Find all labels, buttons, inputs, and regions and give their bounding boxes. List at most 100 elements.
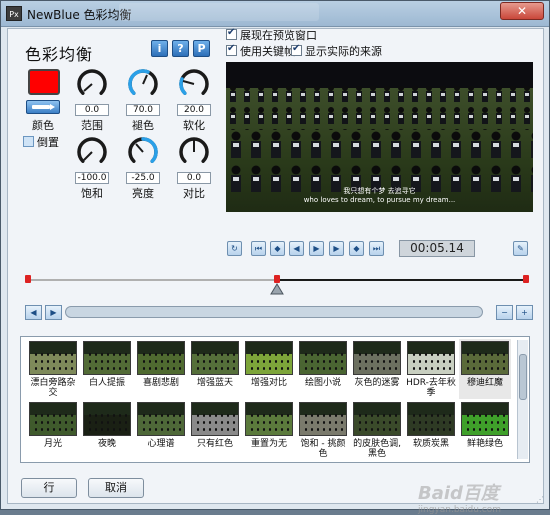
- preset-tile[interactable]: 灰色的迷雾: [351, 339, 403, 399]
- title-bar-ghost: [119, 3, 319, 21]
- preset-tile[interactable]: 增强蓝天: [189, 339, 241, 399]
- range-value[interactable]: 0.0: [75, 104, 109, 116]
- plus-icon: +: [521, 308, 528, 317]
- preset-tile[interactable]: 绘图小说: [297, 339, 349, 399]
- brightness-knob[interactable]: [126, 135, 160, 169]
- step-back-button[interactable]: ◀: [289, 241, 304, 256]
- preset-tile[interactable]: 增强对比: [243, 339, 295, 399]
- preview-subtitle-cn: 我只想有个梦 去追寻它: [343, 187, 416, 195]
- help-button[interactable]: ?: [172, 40, 189, 57]
- preset-label: 软质炭黑: [412, 439, 449, 449]
- soften-knob[interactable]: [177, 67, 211, 101]
- preset-grid: 漂白旁路杂交 白人提振 喜剧悲剧 增强蓝天 增强对比 绘图小说 灰色的迷雾 HD…: [20, 336, 530, 463]
- fade-label: 褪色: [132, 119, 154, 132]
- invert-label: 倒置: [37, 136, 59, 149]
- use-keyframes-label: 使用关键帧: [240, 45, 295, 58]
- preset-tile[interactable]: 饱和 - 挑颜色: [297, 400, 349, 460]
- watermark-main: Baid百度: [418, 483, 499, 504]
- preset-thumbnail: [353, 402, 401, 436]
- arrow-right-icon: ▶: [50, 308, 57, 317]
- preset-thumbnail: [191, 402, 239, 436]
- close-button[interactable]: ✕: [500, 2, 544, 20]
- zoom-out-button[interactable]: −: [496, 305, 513, 320]
- timeline-scrollbar[interactable]: [65, 306, 483, 318]
- preset-thumbnail: [245, 341, 293, 375]
- ok-button[interactable]: 行: [21, 478, 77, 498]
- preset-tile[interactable]: 月光: [27, 400, 79, 460]
- preset-scrollbar[interactable]: [517, 340, 528, 459]
- preset-tile[interactable]: 重置为无: [243, 400, 295, 460]
- color-picker-button[interactable]: [26, 100, 60, 114]
- zoom-in-button[interactable]: +: [516, 305, 533, 320]
- preset-tile[interactable]: 鲜艳绿色: [459, 400, 511, 460]
- keyframe-marker[interactable]: [274, 275, 280, 283]
- preset-tile[interactable]: 只有红色: [189, 400, 241, 460]
- cancel-button[interactable]: 取消: [88, 478, 144, 498]
- timeline-start-marker[interactable]: [25, 275, 31, 283]
- scrollbar-thumb[interactable]: [519, 354, 527, 400]
- preset-tile[interactable]: 白人提振: [81, 339, 133, 399]
- timeline-active: [276, 279, 527, 281]
- go-end-button[interactable]: ⏭: [369, 241, 384, 256]
- preset-thumbnail: [29, 341, 77, 375]
- resize-grip-icon[interactable]: ⋰: [536, 495, 544, 504]
- invert-checkbox[interactable]: [23, 136, 34, 147]
- soften-label: 软化: [183, 119, 205, 132]
- contrast-value[interactable]: 0.0: [177, 172, 211, 184]
- prev-keyframe-button[interactable]: ◆: [270, 241, 285, 256]
- play-button[interactable]: ▶: [309, 241, 324, 256]
- preset-label: HDR-去年秋季: [406, 378, 456, 398]
- preset-thumbnail: [29, 402, 77, 436]
- color-swatch[interactable]: [28, 69, 60, 95]
- soften-value[interactable]: 20.0: [177, 104, 211, 116]
- step-forward-icon: ▶: [333, 244, 340, 253]
- use-keyframes-checkbox[interactable]: [226, 43, 237, 56]
- preset-tile[interactable]: 心理谱: [135, 400, 187, 460]
- preset-tile[interactable]: HDR-去年秋季: [405, 339, 457, 399]
- step-forward-button[interactable]: ▶: [329, 241, 344, 256]
- preset-tile[interactable]: 漂白旁路杂交: [27, 339, 79, 399]
- preset-tile[interactable]: 的皮肤色调, 黑色: [351, 400, 403, 460]
- preset-thumbnail: [461, 402, 509, 436]
- preset-tile[interactable]: 软质炭黑: [405, 400, 457, 460]
- info-button[interactable]: i: [151, 40, 168, 57]
- preset-button[interactable]: P: [193, 40, 210, 57]
- playhead-icon[interactable]: [270, 283, 284, 295]
- timeline-inactive: [28, 279, 276, 281]
- preset-thumbnail: [299, 341, 347, 375]
- scroll-right-button[interactable]: ▶: [45, 305, 62, 320]
- preset-label: 夜晚: [97, 439, 116, 449]
- contrast-knob[interactable]: [177, 135, 211, 169]
- preset-label: 绘图小说: [304, 378, 341, 388]
- range-knob[interactable]: [75, 67, 109, 101]
- loop-button[interactable]: ↻: [227, 241, 242, 256]
- arrow-left-icon: ◀: [30, 308, 37, 317]
- preview-subtitle-en: who loves to dream, to pursue my dream..…: [303, 196, 456, 204]
- preset-thumbnail: [137, 341, 185, 375]
- show-source-checkbox[interactable]: [291, 43, 302, 56]
- fade-value[interactable]: 70.0: [126, 104, 160, 116]
- brightness-value[interactable]: -25.0: [126, 172, 160, 184]
- preset-label: 白人提振: [88, 378, 125, 388]
- preset-tile[interactable]: 夜晚: [81, 400, 133, 460]
- brightness-label: 亮度: [132, 187, 154, 200]
- preset-label: 增强对比: [250, 378, 287, 388]
- title-bar: Px NewBlue 色彩均衡 ✕: [1, 1, 549, 27]
- fade-knob[interactable]: [126, 67, 160, 101]
- saturation-value[interactable]: -100.0: [75, 172, 109, 184]
- settings-button[interactable]: ✎: [513, 241, 528, 256]
- preset-label: 漂白旁路杂交: [30, 378, 76, 398]
- saturation-knob[interactable]: [75, 135, 109, 169]
- video-preview[interactable]: 我只想有个梦 去追寻它 who loves to dream, to pursu…: [226, 62, 533, 212]
- timeline-end-marker[interactable]: [523, 275, 529, 283]
- scroll-left-button[interactable]: ◀: [25, 305, 42, 320]
- go-start-button[interactable]: ⏮: [251, 241, 266, 256]
- minus-icon: −: [501, 308, 508, 317]
- next-keyframe-button[interactable]: ◆: [349, 241, 364, 256]
- saturation-label: 饱和: [81, 187, 103, 200]
- preset-label: 只有红色: [196, 439, 233, 449]
- preset-tile-selected[interactable]: 穆迪红魔: [459, 339, 511, 399]
- preset-tile[interactable]: 喜剧悲剧: [135, 339, 187, 399]
- show-in-preview-checkbox[interactable]: [226, 27, 237, 40]
- eyedropper-icon: [32, 105, 50, 109]
